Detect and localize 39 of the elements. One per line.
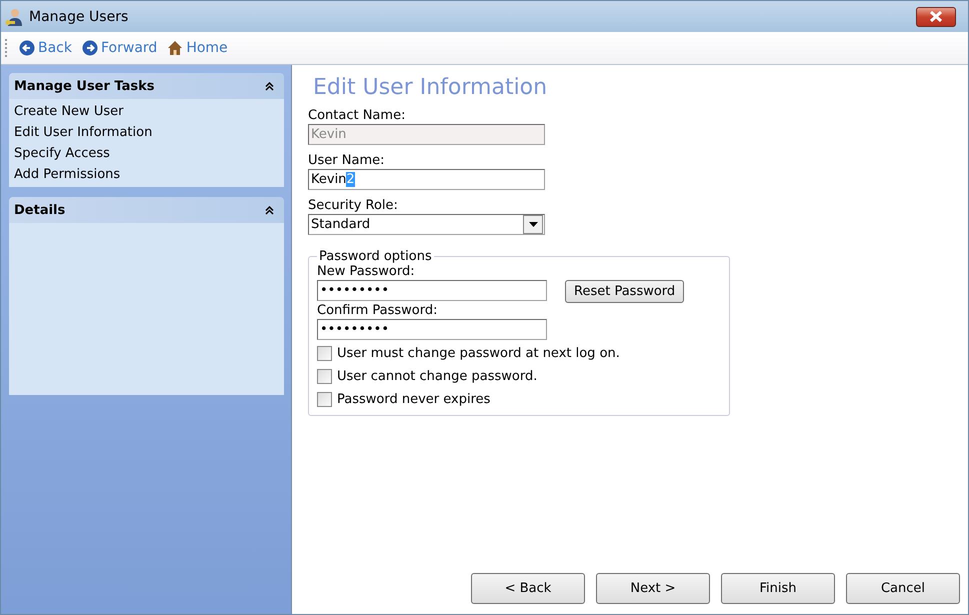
- reset-password-button[interactable]: Reset Password: [565, 280, 684, 303]
- field-label: New Password:: [317, 264, 416, 280]
- field-label: User Name:: [308, 153, 386, 169]
- close-button[interactable]: [916, 6, 956, 26]
- section-header[interactable]: Manage User Tasks: [9, 73, 284, 99]
- field-label: Confirm Password:: [317, 303, 438, 319]
- checkbox-label: User must change password at next log on.: [337, 346, 620, 361]
- section-title: Manage User Tasks: [14, 78, 155, 94]
- group-legend: Password options: [317, 249, 434, 264]
- user-name-field[interactable]: Kevin2: [308, 169, 545, 190]
- checkbox-label: User cannot change password.: [337, 369, 538, 384]
- password-field[interactable]: •••••••••: [317, 319, 547, 340]
- checkbox-label: Password never expires: [337, 392, 490, 407]
- checkbox[interactable]: [317, 392, 332, 407]
- wizard-button[interactable]: Next >: [596, 573, 710, 604]
- wizard-button[interactable]: Finish: [721, 573, 835, 604]
- wizard-button[interactable]: < Back: [471, 573, 585, 604]
- field-label: Contact Name:: [308, 108, 406, 124]
- window-title: Manage Users: [29, 8, 130, 24]
- section-title: Details: [14, 202, 66, 218]
- dropdown-arrow-icon: [528, 222, 538, 227]
- field-label: Security Role:: [308, 198, 399, 214]
- task-link[interactable]: Specify Access: [14, 143, 279, 164]
- checkbox[interactable]: [317, 346, 332, 361]
- house-icon: [167, 40, 184, 56]
- checkbox[interactable]: [317, 369, 332, 384]
- task-link[interactable]: Add Permissions: [14, 164, 279, 185]
- wizard-button[interactable]: Cancel: [846, 573, 960, 604]
- user-key-icon: [5, 6, 25, 26]
- section-header[interactable]: Details: [9, 197, 284, 223]
- toolbar-link[interactable]: Forward: [82, 40, 158, 56]
- close-icon: [929, 11, 943, 22]
- task-link[interactable]: Create New User: [14, 101, 279, 122]
- toolbar-link[interactable]: Home: [167, 40, 228, 56]
- task-link[interactable]: Edit User Information: [14, 122, 279, 143]
- security-role-dropdown[interactable]: Standard: [308, 214, 545, 235]
- password-field[interactable]: •••••••••: [317, 280, 547, 301]
- toolbar-link[interactable]: Back: [19, 40, 72, 56]
- page-heading: Edit User Information: [313, 75, 548, 100]
